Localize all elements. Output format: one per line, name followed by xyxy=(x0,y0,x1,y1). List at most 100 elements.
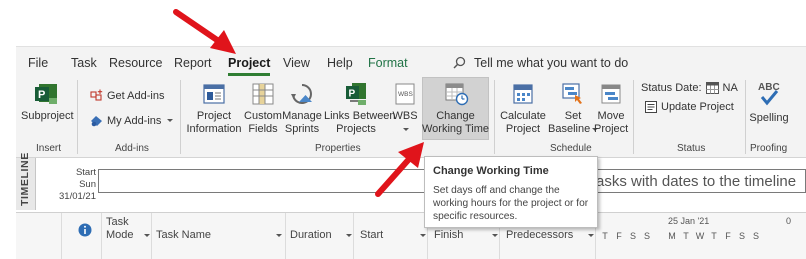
chevron-down-icon[interactable] xyxy=(346,234,352,237)
sprints-icon xyxy=(291,84,312,104)
wbs-label: WBS xyxy=(392,110,418,122)
tab-format[interactable]: Format xyxy=(368,56,408,70)
tooltip-body-line-3: specific resources. xyxy=(433,211,518,222)
calculate-project-label-1: Calculate xyxy=(500,110,546,122)
duration-column-header[interactable]: Duration xyxy=(286,213,354,259)
svg-text:WBS: WBS xyxy=(398,91,413,98)
task-mode-header-line-1: Task xyxy=(106,216,129,228)
set-baseline-label-2: Baseline xyxy=(548,123,591,135)
timescale-day: S xyxy=(643,231,650,241)
tab-report[interactable]: Report xyxy=(174,56,212,70)
info-icon xyxy=(78,223,92,237)
project-information-button[interactable]: Project Information xyxy=(186,82,242,136)
subproject-label: Subproject xyxy=(21,110,74,122)
get-addins-label: Get Add-ins xyxy=(107,89,165,102)
change-working-time-label-2: Working Time xyxy=(422,123,490,135)
tooltip-body-line-2: working hours for the project or for xyxy=(433,198,589,209)
linked-projects-icon: P xyxy=(346,83,366,105)
custom-fields-button[interactable]: Custom Fields xyxy=(244,82,282,136)
chevron-down-icon[interactable] xyxy=(420,234,426,237)
tab-task[interactable]: Task xyxy=(71,56,97,70)
group-separator xyxy=(180,80,181,154)
tab-resource[interactable]: Resource xyxy=(109,56,163,70)
calculate-icon xyxy=(513,84,533,104)
calculate-project-button[interactable]: Calculate Project xyxy=(500,82,546,136)
links-between-projects-button[interactable]: P Links Between Projects xyxy=(324,82,396,136)
timescale-day: M xyxy=(668,231,676,241)
group-label-schedule: Schedule xyxy=(550,143,592,154)
task-mode-column-header[interactable]: Task Mode xyxy=(102,213,152,259)
task-grid-header: Task Mode Task Name Duration Start Finis… xyxy=(16,212,806,259)
add-ins-icon xyxy=(90,89,103,101)
tooltip-body: Set days off and change the working hour… xyxy=(433,184,589,223)
timescale-day: S xyxy=(738,231,745,241)
chevron-down-icon xyxy=(167,119,174,122)
spelling-check-icon: ABC xyxy=(758,82,780,106)
change-working-time-button[interactable]: Change Working Time xyxy=(422,82,489,136)
timeline-start: Start Sun 31/01/21 xyxy=(40,167,96,203)
status-date-button[interactable]: Status Date: NA xyxy=(641,82,738,94)
task-mode-header-line-2: Mode xyxy=(106,229,134,241)
indicators-column-header[interactable] xyxy=(62,213,102,259)
project-information-label-2: Information xyxy=(186,123,242,135)
change-working-time-tooltip: Change Working Time Set days off and cha… xyxy=(424,156,598,228)
move-project-button[interactable]: Move Project xyxy=(594,82,628,136)
change-working-time-label-1: Change xyxy=(436,110,475,122)
manage-sprints-label-1: Manage xyxy=(282,110,322,122)
chevron-down-icon xyxy=(403,127,409,131)
start-header: Start xyxy=(360,229,384,241)
subproject-button[interactable]: P Subproject xyxy=(21,82,74,123)
group-separator xyxy=(494,80,495,154)
timescale-day: T xyxy=(683,231,689,241)
set-baseline-label-1: Set xyxy=(564,110,582,122)
calendar-icon xyxy=(705,82,719,94)
spelling-label: Spelling xyxy=(749,112,789,124)
duration-header: Duration xyxy=(290,229,332,241)
move-project-icon xyxy=(601,84,621,104)
task-name-column-header[interactable]: Task Name xyxy=(152,213,286,259)
timescale-day: T xyxy=(602,231,608,241)
project-information-label-1: Project xyxy=(196,110,232,122)
finish-header: Finish xyxy=(434,229,464,241)
annotation-arrow-to-project-tab xyxy=(173,9,236,54)
group-label-addins: Add-ins xyxy=(115,143,149,154)
timescale-day: T xyxy=(711,231,717,241)
group-separator xyxy=(633,80,634,154)
custom-fields-label-2: Fields xyxy=(248,123,278,135)
annotation-arrow-to-change-working-time xyxy=(375,142,424,197)
manage-sprints-button[interactable]: Manage Sprints xyxy=(282,82,322,136)
timeline-label: TIMELINE xyxy=(19,152,31,206)
project-file-icon: P xyxy=(35,84,57,104)
update-project-button[interactable]: Update Project xyxy=(645,101,734,113)
tab-help[interactable]: Help xyxy=(327,56,353,70)
wbs-button[interactable]: WBS WBS xyxy=(390,82,420,136)
get-addins-button[interactable]: Get Add-ins xyxy=(90,89,164,102)
tab-view[interactable]: View xyxy=(283,56,310,70)
set-baseline-button[interactable]: Set Baseline xyxy=(548,82,599,136)
timescale-day: S xyxy=(752,231,759,241)
links-between-label-1: Links Between xyxy=(324,110,396,122)
chevron-down-icon[interactable] xyxy=(276,234,282,237)
tab-file[interactable]: File xyxy=(28,56,48,70)
timescale-day: F xyxy=(616,231,622,241)
spelling-button[interactable]: ABC Spelling xyxy=(749,80,789,125)
move-project-label-2: Project xyxy=(594,123,629,135)
chevron-down-icon[interactable] xyxy=(492,234,498,237)
status-date-value: NA xyxy=(722,82,738,94)
timescale-day: W xyxy=(695,231,705,241)
tell-me-search[interactable]: Tell me what you want to do xyxy=(474,56,628,70)
my-addins-icon xyxy=(91,116,102,127)
task-name-header: Task Name xyxy=(156,229,212,241)
chevron-down-icon[interactable] xyxy=(144,234,150,237)
timescale-day: S xyxy=(629,231,636,241)
start-column-header[interactable]: Start xyxy=(354,213,428,259)
chevron-down-icon[interactable] xyxy=(588,234,594,237)
status-date-label: Status Date: xyxy=(641,82,702,94)
ribbon-tab-bar: File Task Resource Report Project View H… xyxy=(16,46,806,76)
wbs-icon: WBS xyxy=(395,83,415,105)
links-between-label-2: Projects xyxy=(336,123,376,135)
tab-project[interactable]: Project xyxy=(228,56,271,76)
tooltip-body-line-1: Set days off and change the xyxy=(433,185,560,196)
timescale-week-label: 25 Jan '21 xyxy=(668,216,710,226)
my-addins-button[interactable]: My Add-ins xyxy=(90,114,174,127)
